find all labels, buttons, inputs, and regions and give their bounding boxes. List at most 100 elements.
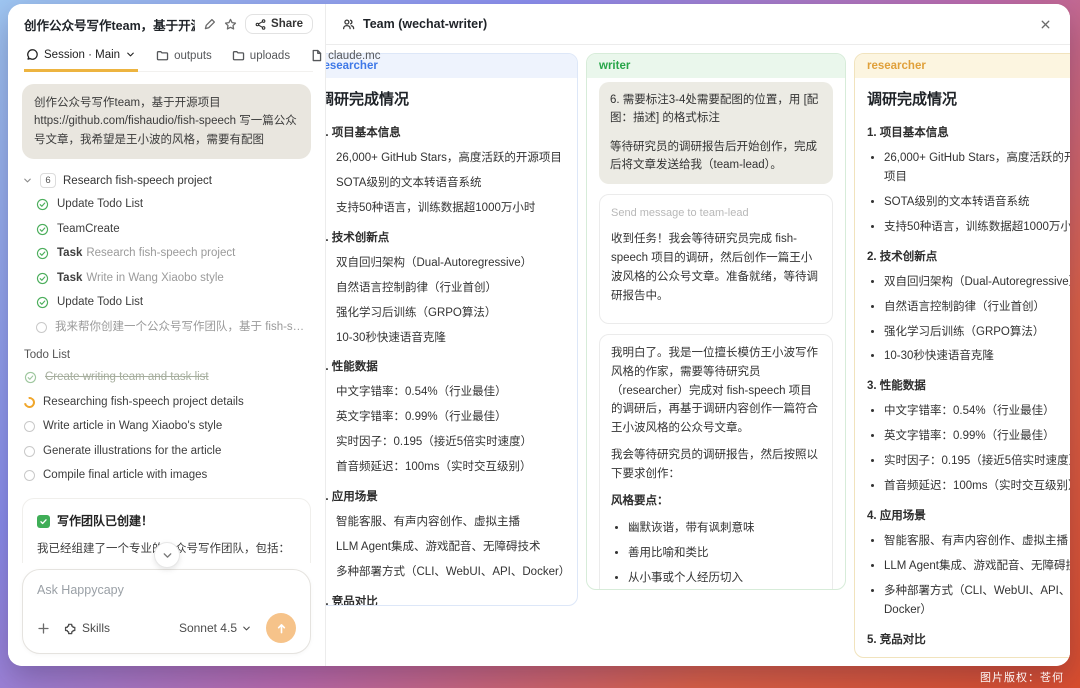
share-button[interactable]: Share [245, 14, 313, 34]
model-selector[interactable]: Sonnet 4.5 [179, 621, 252, 635]
todo-list-title: Todo List [24, 349, 311, 361]
pending-circle-icon [24, 446, 35, 457]
task-item: TeamCreate [36, 222, 311, 238]
pending-circle-icon [24, 421, 35, 432]
report-bullet: LLM Agent集成、游戏配音、无障碍技术 [336, 538, 565, 557]
close-panel-button[interactable] [1039, 18, 1052, 31]
report-bullet: 10-30秒快速语音克隆 [336, 329, 565, 348]
message-composer[interactable]: Ask Happycapy Skills Sonnet 4.5 [22, 569, 311, 654]
sidebar-tabs: Session · Main outputs uploads claude.mc [24, 44, 313, 72]
report-bullet: 英文字错率：0.99%（行业最佳） [336, 408, 565, 427]
spinner-icon [22, 395, 37, 410]
agent-columns[interactable]: researcher 调研完成情况 1. 项目基本信息 26,000+ GitH… [326, 45, 1070, 666]
tab-claude-md[interactable]: claude.mc [308, 45, 382, 70]
sidebar-header: 创作公众号写作team，基于开源项目h... Share Session · M… [8, 4, 325, 72]
scroll-to-bottom-button[interactable] [154, 542, 180, 568]
report-bullet: 中文字错率：0.54%（行业最佳） [884, 402, 1070, 421]
report-bullet: 10-30秒快速语音克隆 [884, 347, 1070, 366]
favorite-button[interactable] [224, 18, 237, 31]
file-icon [310, 49, 323, 62]
folder-icon [156, 49, 169, 62]
agent-label: writer [587, 54, 845, 78]
edit-title-button[interactable] [203, 18, 216, 31]
app-window: 创作公众号写作team，基于开源项目h... Share Session · M… [8, 4, 1070, 666]
team-panel-header: Team (wechat-writer) [326, 4, 1070, 45]
report-bullet: 双自回归架构（Dual-Autoregressive） [884, 273, 1070, 292]
agent-column-writer[interactable]: writer 6. 需要标注3-4处需要配图的位置，用 [配图：描述] 的格式标… [586, 53, 846, 590]
report-bullet: 中文字错率：0.54%（行业最佳） [336, 383, 565, 402]
model-label: Sonnet 4.5 [179, 621, 237, 635]
style-bullet: 善用比喻和类比 [628, 544, 821, 563]
tab-uploads[interactable]: uploads [230, 45, 292, 70]
agent-column-researcher[interactable]: researcher 调研完成情况 1. 项目基本信息 26,000+ GitH… [326, 53, 578, 606]
todo-item: Researching fish-speech project details [24, 395, 311, 411]
todo-item: Compile final article with images [24, 468, 311, 484]
task-item: Update Todo List [36, 295, 311, 311]
report-bullet: 首音频延迟：100ms（实时交互级别） [884, 477, 1070, 496]
report-bullet: 26,000+ GitHub Stars，高度活跃的开源项目 [336, 149, 565, 168]
plus-icon [37, 622, 50, 635]
researcher-report: 调研完成情况 1. 项目基本信息 26,000+ GitHub Stars，高度… [855, 78, 1070, 657]
folder-icon [232, 49, 245, 62]
writer-plan-card: 我明白了。我是一位擅长模仿王小波写作风格的作家，需要等待研究员（research… [599, 334, 833, 589]
check-circle-icon [36, 296, 49, 309]
chevron-down-icon [241, 623, 252, 634]
check-circle-icon [36, 198, 49, 211]
style-bullet: 从小事或个人经历切入 [628, 569, 821, 588]
report-bullet: SOTA级别的文本转语音系统 [336, 174, 565, 193]
star-icon [224, 18, 237, 31]
report-bullet: 智能客服、有声内容创作、虚拟主播 [336, 513, 565, 532]
check-badge-icon [37, 515, 50, 528]
share-label: Share [271, 18, 303, 30]
researcher-report: 调研完成情况 1. 项目基本信息 26,000+ GitHub Stars，高度… [326, 78, 577, 605]
send-button[interactable] [266, 613, 296, 643]
report-bullet: 26,000+ GitHub Stars，高度活跃的开源项目 [884, 149, 1070, 187]
sidebar: 创作公众号写作team，基于开源项目h... Share Session · M… [8, 4, 326, 666]
report-bullet: 实时因子：0.195（接近5倍实时速度） [884, 452, 1070, 471]
skills-label: Skills [82, 621, 110, 635]
task-group: 6 Research fish-speech project Update To… [22, 173, 311, 335]
pencil-icon [203, 18, 216, 31]
report-title: 调研完成情况 [867, 88, 1070, 113]
attach-button[interactable] [37, 622, 50, 635]
task-group-header[interactable]: 6 Research fish-speech project [22, 173, 311, 188]
chat-bubble-icon [26, 48, 39, 61]
agent-column-researcher-2[interactable]: researcher 调研完成情况 1. 项目基本信息 26,000+ GitH… [854, 53, 1070, 658]
pending-circle-icon [24, 470, 35, 481]
skills-puzzle-icon [64, 622, 77, 635]
report-bullet: 首音频延迟：100ms（实时交互级别） [336, 458, 565, 477]
task-group-title: Research fish-speech project [63, 175, 212, 187]
writer-send-message-card: Send message to team-lead 收到任务！我会等待研究员完成… [599, 194, 833, 324]
composer-input[interactable]: Ask Happycapy [37, 583, 296, 597]
share-icon [255, 19, 266, 30]
report-bullet: 支持50种语言，训练数据超1000万小时 [884, 218, 1070, 237]
task-count-badge: 6 [40, 173, 56, 188]
todo-item: Write article in Wang Xiaobo's style [24, 419, 311, 435]
report-bullet: 超越Qwen3-TTS、Seed-TTS、MiniMax Speech 等竞品 [884, 656, 1070, 657]
send-message-header: Send message to team-lead [611, 204, 821, 222]
report-bullet: 英文字错率：0.99%（行业最佳） [884, 427, 1070, 446]
report-bullet: 双自回归架构（Dual-Autoregressive） [336, 254, 565, 273]
chat-scroll-area[interactable]: 创作公众号写作team，基于开源项目 https://github.com/fi… [8, 72, 325, 563]
session-title: 创作公众号写作team，基于开源项目h... [24, 15, 195, 34]
team-people-icon [342, 18, 355, 31]
check-circle-icon [36, 223, 49, 236]
chevron-down-icon [22, 175, 33, 186]
todo-item: Generate illustrations for the article [24, 444, 311, 460]
todo-item: Create writing team and task list [24, 370, 311, 386]
writer-messages: 6. 需要标注3-4处需要配图的位置，用 [配图：描述] 的格式标注 等待研究员… [587, 78, 845, 589]
close-icon [1039, 18, 1052, 31]
image-copyright-watermark: 图片版权：苍何 [980, 669, 1064, 685]
task-item: Update Todo List [36, 197, 311, 213]
assistant-headline: 写作团队已创建！ [57, 512, 153, 531]
writer-task-bubble: 6. 需要标注3-4处需要配图的位置，用 [配图：描述] 的格式标注 等待研究员… [599, 82, 833, 184]
pending-circle-icon [36, 322, 47, 333]
report-bullet: 实时因子：0.195（接近5倍实时速度） [336, 433, 565, 452]
report-bullet: 多种部署方式（CLI、WebUI、API、Docker） [336, 563, 565, 582]
tab-session-main[interactable]: Session · Main [24, 44, 138, 72]
skills-button[interactable]: Skills [64, 621, 110, 635]
task-item: TaskWrite in Wang Xiaobo style [36, 271, 311, 287]
tab-outputs[interactable]: outputs [154, 45, 214, 70]
arrow-up-icon [275, 622, 288, 635]
agent-label: researcher [855, 54, 1070, 78]
